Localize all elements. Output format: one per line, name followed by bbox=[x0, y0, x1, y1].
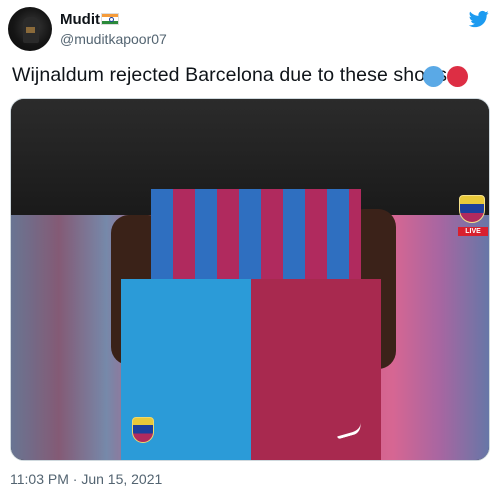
tv-barcelona-crest-icon bbox=[459, 195, 485, 223]
twitter-bird-icon[interactable] bbox=[468, 9, 490, 29]
avatar[interactable] bbox=[8, 7, 52, 51]
india-flag-icon bbox=[101, 13, 119, 25]
tweet-text: Wijnaldum rejected Barcelona due to thes… bbox=[12, 64, 448, 86]
display-name[interactable]: Mudit bbox=[60, 11, 100, 28]
avatar-detail bbox=[26, 27, 35, 33]
live-badge: LIVE bbox=[458, 227, 488, 236]
user-handle[interactable]: @muditkapoor07 bbox=[60, 31, 167, 47]
barcelona-crest-icon bbox=[132, 417, 154, 443]
red-half-shorts bbox=[251, 279, 381, 460]
tweet-timestamp[interactable]: 11:03 PM · Jun 15, 2021 bbox=[10, 471, 162, 487]
tweet-header: Mudit @muditkapoor07 bbox=[0, 0, 500, 56]
blue-circle-emoji bbox=[423, 66, 444, 87]
red-circle-emoji bbox=[447, 66, 468, 87]
striped-jersey bbox=[151, 189, 361, 279]
tweet-media-image[interactable]: LIVE bbox=[10, 98, 490, 461]
